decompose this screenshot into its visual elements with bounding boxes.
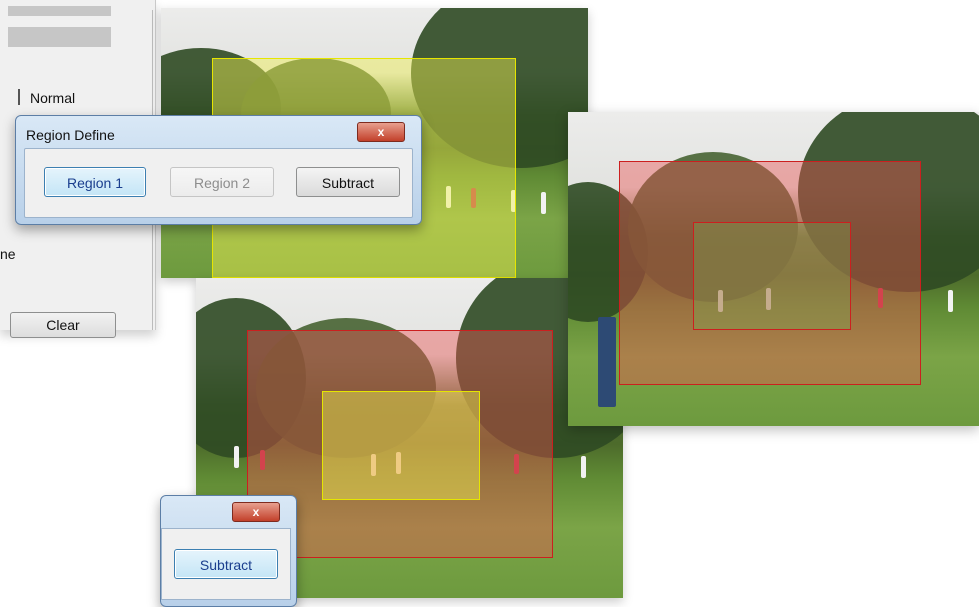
radio-button[interactable] xyxy=(8,89,20,105)
region-2-button[interactable]: Region 2 xyxy=(170,167,274,197)
subtracted-area xyxy=(693,222,851,330)
subtract-button[interactable]: Subtract xyxy=(174,549,278,579)
region-2-overlay xyxy=(322,391,480,500)
person xyxy=(541,192,546,214)
truncated-label: ne xyxy=(0,246,16,262)
clear-button[interactable]: Clear xyxy=(10,312,116,338)
video-frame-subtract-result[interactable] xyxy=(568,112,979,426)
close-icon[interactable]: x xyxy=(357,122,405,142)
person xyxy=(234,446,239,468)
region-1-button[interactable]: Region 1 xyxy=(44,167,146,197)
dialog-title: Region Define xyxy=(26,127,115,143)
close-icon[interactable]: x xyxy=(232,502,280,522)
subtract-button[interactable]: Subtract xyxy=(296,167,400,197)
person xyxy=(948,290,953,312)
disabled-field xyxy=(8,6,111,16)
disabled-field xyxy=(8,27,111,47)
person xyxy=(581,456,586,478)
dialog-body: Subtract xyxy=(161,528,291,600)
dialog-body: Region 1 Region 2 Subtract xyxy=(24,148,413,218)
region-define-dialog: Region Define x Region 1 Region 2 Subtra… xyxy=(15,115,422,225)
person xyxy=(598,317,616,407)
mode-label-normal: Normal xyxy=(30,90,76,106)
region-define-dialog-small: x Subtract xyxy=(160,495,297,607)
